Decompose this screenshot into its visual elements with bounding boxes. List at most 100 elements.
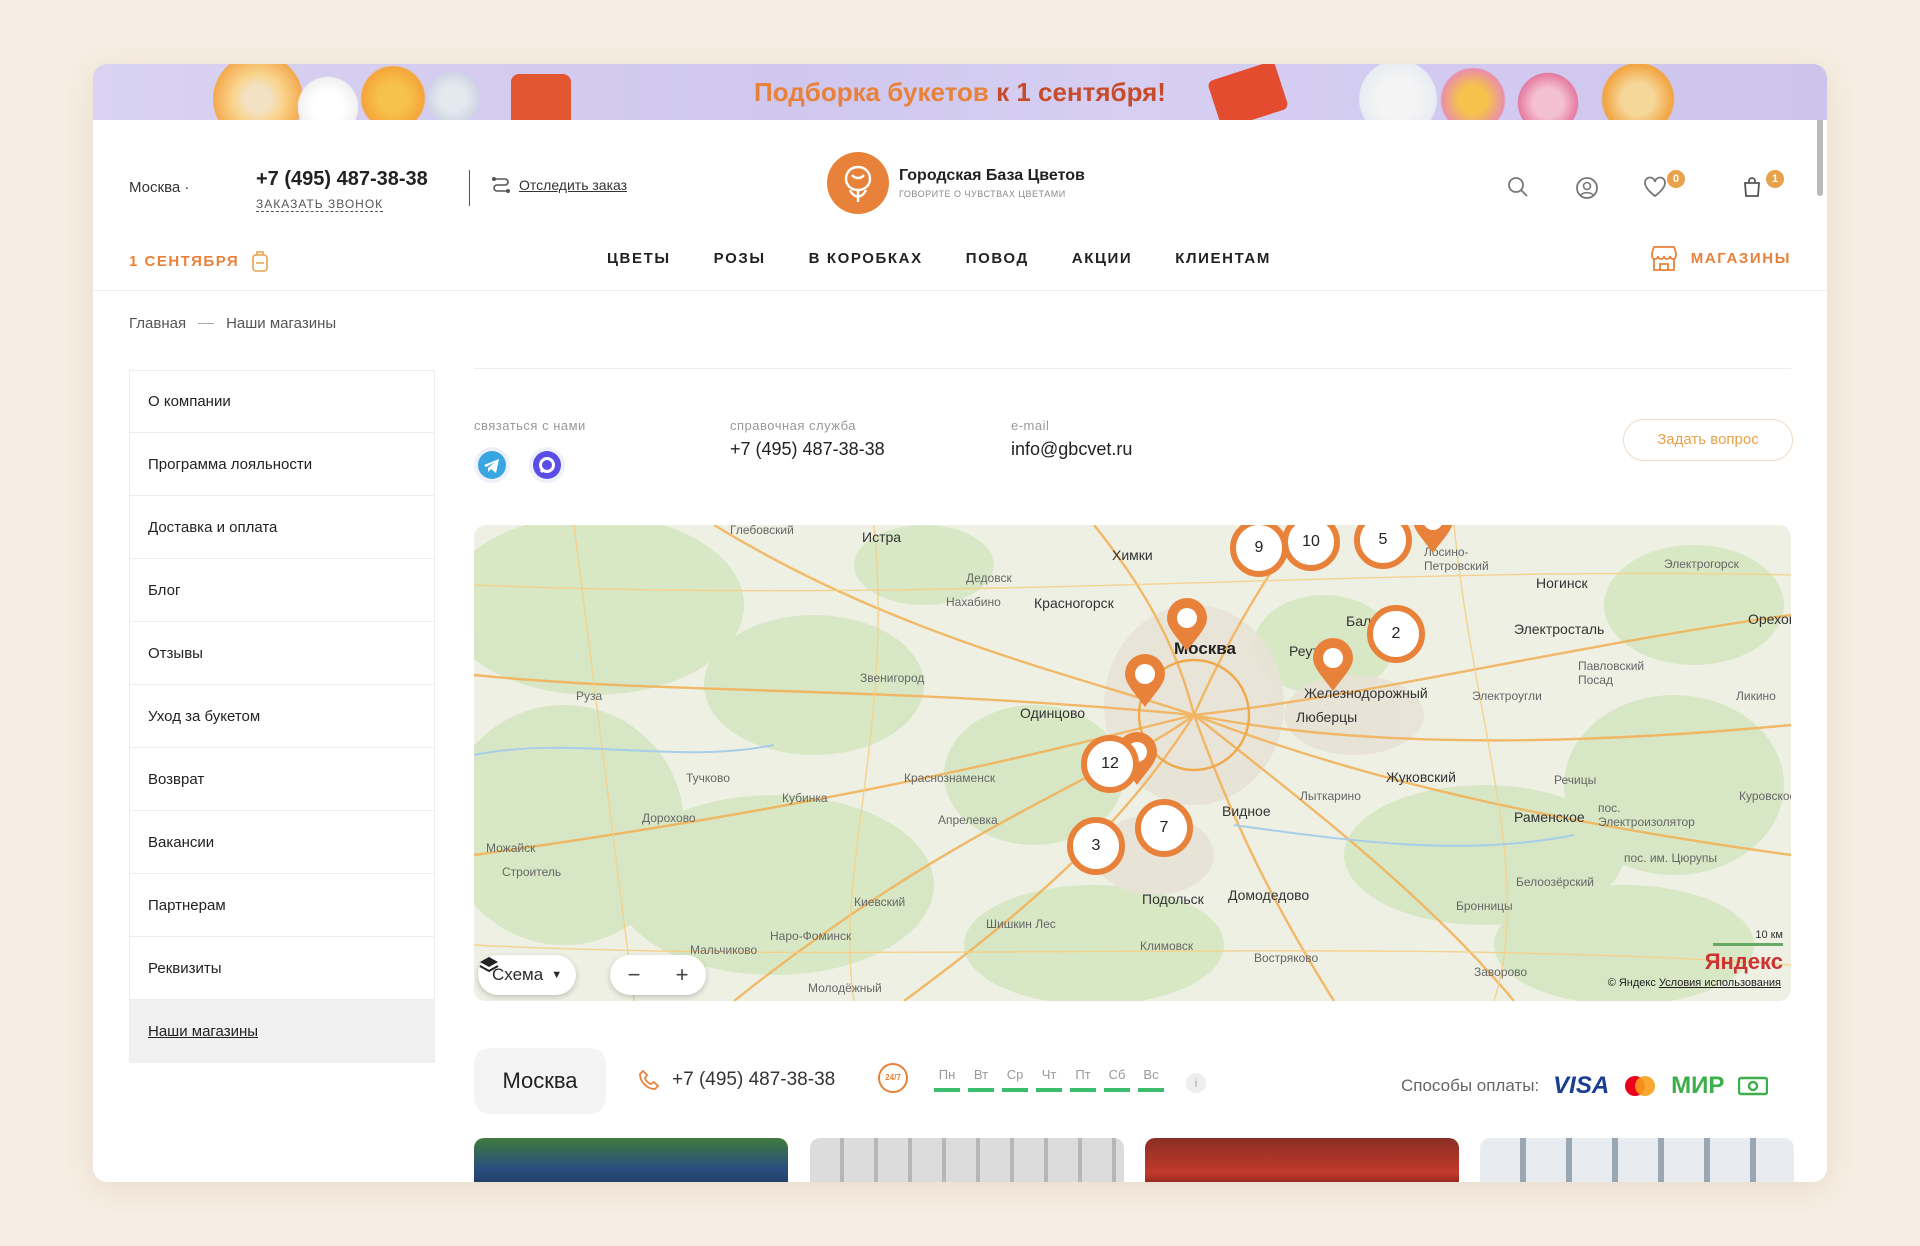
map-label: Видное bbox=[1222, 803, 1271, 819]
header-divider-line bbox=[93, 290, 1827, 291]
map-label: Лыткарино bbox=[1300, 789, 1361, 803]
store-cluster[interactable]: 12 bbox=[1081, 735, 1139, 793]
yandex-logo[interactable]: Яндекс bbox=[1705, 949, 1783, 975]
payment-label: Способы оплаты: bbox=[1401, 1076, 1540, 1095]
store-photo[interactable] bbox=[810, 1138, 1124, 1182]
map-label: Руза bbox=[576, 689, 603, 703]
content-divider bbox=[474, 368, 1791, 369]
store-photo[interactable] bbox=[1480, 1138, 1794, 1182]
day-sun: Вс bbox=[1138, 1067, 1164, 1092]
nav-item-clients[interactable]: КЛИЕНТАМ bbox=[1175, 250, 1271, 267]
sidebar-item-reviews[interactable]: Отзывы bbox=[129, 622, 435, 685]
favorites-button[interactable]: 0 bbox=[1643, 170, 1685, 203]
map-terms-link[interactable]: Условия использования bbox=[1659, 977, 1781, 989]
map-label: Одинцово bbox=[1020, 705, 1086, 721]
stores-map[interactable]: Глебовский Истра Химки Лосино-Петровский… bbox=[474, 525, 1791, 1001]
map-label: Химки bbox=[1112, 547, 1153, 563]
nav-promo-label: 1 СЕНТЯБРЯ bbox=[129, 252, 240, 270]
store-cluster[interactable]: 2 bbox=[1367, 605, 1425, 663]
info-icon[interactable]: i bbox=[1186, 1073, 1206, 1093]
store-pin-icon[interactable] bbox=[1164, 597, 1210, 653]
sidebar-item-about[interactable]: О компании bbox=[129, 370, 435, 433]
map-label: Орехово bbox=[1748, 611, 1791, 627]
map-label: Электросталь bbox=[1514, 621, 1605, 637]
help-phone[interactable]: +7 (495) 487-38-38 bbox=[730, 439, 885, 460]
chevron-down-icon: · bbox=[184, 179, 190, 196]
zoom-out-button[interactable]: − bbox=[628, 962, 641, 988]
sidebar-item-returns[interactable]: Возврат bbox=[129, 748, 435, 811]
nav-item-sales[interactable]: АКЦИИ bbox=[1072, 250, 1133, 267]
sidebar-item-delivery[interactable]: Доставка и оплата bbox=[129, 496, 435, 559]
telegram-button[interactable] bbox=[474, 447, 510, 483]
map-label: Можайск bbox=[486, 841, 536, 855]
mir-icon: МИР bbox=[1671, 1072, 1725, 1099]
header-phone[interactable]: +7 (495) 487-38-38 bbox=[256, 168, 428, 191]
store-photo[interactable] bbox=[474, 1138, 788, 1182]
heart-icon bbox=[1644, 176, 1666, 198]
visa-icon: VISA bbox=[1553, 1072, 1610, 1099]
callback-link[interactable]: заказать звонок bbox=[256, 197, 384, 212]
sidebar-item-partners[interactable]: Партнерам bbox=[129, 874, 435, 937]
day-wed: Ср bbox=[1002, 1067, 1028, 1092]
city-tab-moscow[interactable]: Москва bbox=[474, 1048, 606, 1114]
store-cluster[interactable]: 3 bbox=[1067, 817, 1125, 875]
breadcrumb-current: Наши магазины bbox=[226, 315, 337, 332]
map-label: Раменское bbox=[1514, 809, 1585, 825]
account-button[interactable] bbox=[1575, 176, 1599, 205]
sidebar-item-stores[interactable]: Наши магазины bbox=[129, 1000, 435, 1063]
ask-question-button[interactable]: Задать вопрос bbox=[1623, 419, 1793, 461]
map-layer-selector[interactable]: Схема ▼ bbox=[478, 955, 577, 995]
map-label: Электроугли bbox=[1472, 689, 1542, 703]
sidebar-item-jobs[interactable]: Вакансии bbox=[129, 811, 435, 874]
cart-button[interactable]: 1 bbox=[1742, 170, 1784, 203]
nav-item-roses[interactable]: РОЗЫ bbox=[714, 250, 766, 267]
email-link[interactable]: info@gbcvet.ru bbox=[1011, 439, 1132, 460]
nav-item-boxes[interactable]: В КОРОБКАХ bbox=[809, 250, 923, 267]
sidebar-item-requisites[interactable]: Реквизиты bbox=[129, 937, 435, 1000]
map-label: Наро-Фоминск bbox=[770, 929, 852, 943]
map-label: Электрогорск bbox=[1664, 557, 1739, 571]
site-logo[interactable]: Городская База Цветов ГОВОРИТЕ О ЧУВСТВА… bbox=[827, 152, 1085, 214]
store-pin-icon[interactable] bbox=[1122, 653, 1168, 709]
map-label: Строитель bbox=[502, 865, 562, 879]
sidebar-item-care[interactable]: Уход за букетом bbox=[129, 685, 435, 748]
main-nav: ЦВЕТЫ РОЗЫ В КОРОБКАХ ПОВОД АКЦИИ КЛИЕНТ… bbox=[607, 250, 1314, 267]
sidebar-item-blog[interactable]: Блог bbox=[129, 559, 435, 622]
shopping-bag-icon bbox=[1744, 177, 1760, 197]
sidebar-menu: О компании Программа лояльности Доставка… bbox=[129, 370, 435, 1063]
map-label: Звенигород bbox=[860, 671, 925, 685]
day-tue: Вт bbox=[968, 1067, 994, 1092]
browser-window: Подборка букетов к 1 сентября! Москва · … bbox=[93, 64, 1827, 1182]
breadcrumb-home[interactable]: Главная bbox=[129, 315, 186, 332]
map-label: Краснознаменск bbox=[904, 771, 996, 785]
map-label: Заворово bbox=[1474, 965, 1528, 979]
store-cluster[interactable]: 7 bbox=[1135, 799, 1193, 857]
rose-logo-icon bbox=[827, 152, 889, 214]
max-messenger-button[interactable] bbox=[529, 447, 565, 483]
store-pin-icon[interactable] bbox=[1410, 525, 1456, 555]
store-pin-icon[interactable] bbox=[1310, 637, 1356, 693]
map-label: Дедовск bbox=[966, 571, 1012, 585]
map-label: пос. им. Цюрупы bbox=[1624, 851, 1717, 865]
logo-text: Городская База Цветов ГОВОРИТЕ О ЧУВСТВА… bbox=[899, 167, 1085, 199]
search-button[interactable] bbox=[1507, 176, 1529, 203]
store-photo[interactable] bbox=[1145, 1138, 1459, 1182]
nav-item-flowers[interactable]: ЦВЕТЫ bbox=[607, 250, 671, 267]
store-phone[interactable]: +7 (495) 487-38-38 bbox=[638, 1069, 835, 1091]
logo-title: Городская База Цветов bbox=[899, 167, 1085, 184]
zoom-in-button[interactable]: + bbox=[676, 962, 689, 988]
map-label: Тучково bbox=[686, 771, 730, 785]
day-thu: Чт bbox=[1036, 1067, 1062, 1092]
nav-promo-september[interactable]: 1 СЕНТЯБРЯ bbox=[129, 249, 269, 273]
track-order-link[interactable]: Отследить заказ bbox=[491, 176, 627, 194]
map-label: Речицы bbox=[1554, 773, 1597, 787]
nav-item-occasion[interactable]: ПОВОД bbox=[966, 250, 1029, 267]
map-copyright[interactable]: © Яндекс bbox=[1608, 977, 1656, 989]
promo-banner[interactable]: Подборка букетов к 1 сентября! bbox=[93, 64, 1827, 120]
map-label: Люберцы bbox=[1296, 709, 1358, 725]
track-order-label: Отследить заказ bbox=[519, 177, 628, 193]
mastercard-icon bbox=[1625, 1076, 1656, 1096]
city-selector[interactable]: Москва · bbox=[129, 179, 189, 196]
sidebar-item-loyalty[interactable]: Программа лояльности bbox=[129, 433, 435, 496]
stores-link[interactable]: МАГАЗИНЫ bbox=[1649, 244, 1791, 272]
